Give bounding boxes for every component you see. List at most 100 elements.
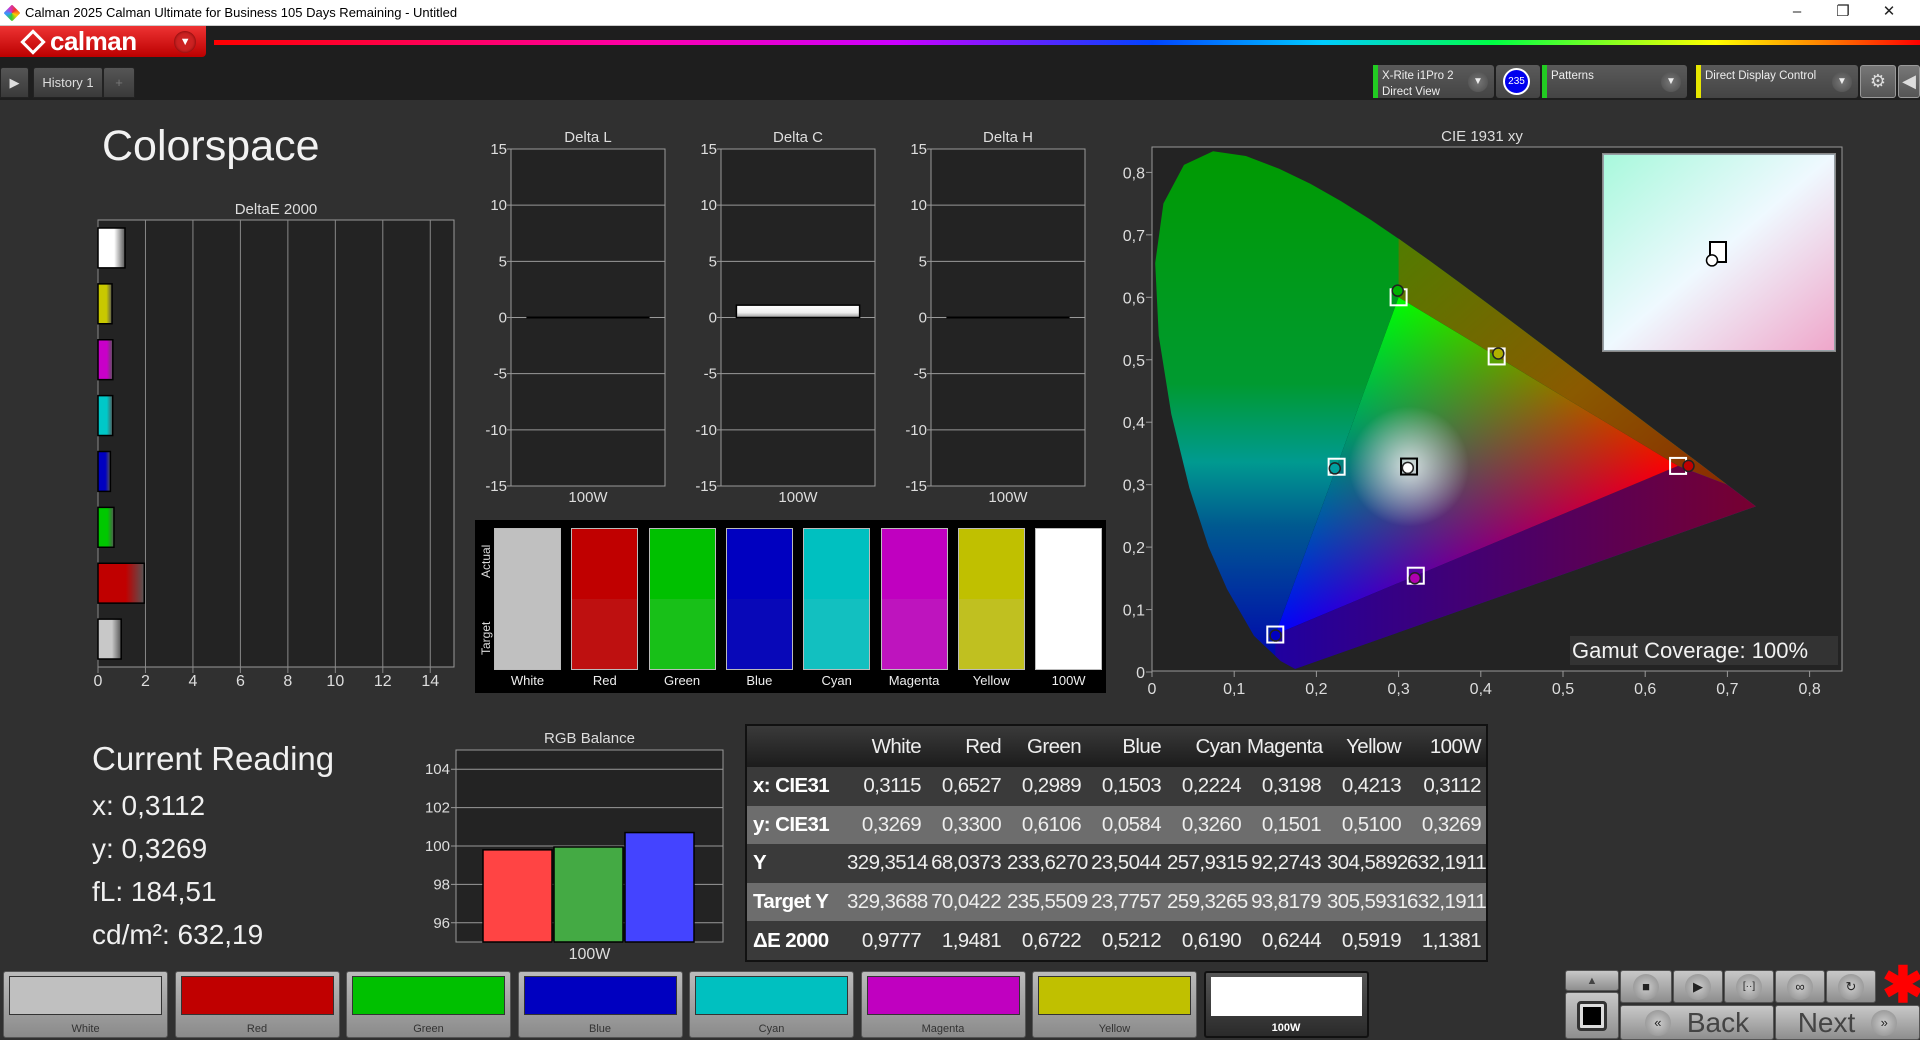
scroll-up-button[interactable]: ▲ [1565, 970, 1619, 991]
reading-fl: fL: 184,51 [92, 876, 217, 907]
table-cell: 305,5931 [1327, 890, 1408, 914]
measurement-table: White Red Green Blue Cyan Magenta Yellow 100W x:… [745, 724, 1488, 962]
rgb-tick-label: 96 [433, 915, 450, 932]
patch-button-blue[interactable]: Blue [517, 971, 683, 1038]
swatch-blue [725, 528, 793, 670]
stop-measure-button[interactable] [1565, 992, 1619, 1039]
double-chevron-right-icon: » [1871, 1009, 1898, 1036]
back-button[interactable]: « Back [1620, 1005, 1774, 1040]
measure-range-button[interactable]: [··] [1724, 970, 1774, 1003]
deltae-bar-green [97, 506, 115, 548]
patch-button-yellow[interactable]: Yellow [1032, 971, 1197, 1038]
cie-measured-cyan [1328, 462, 1342, 475]
cie-x-tick-label: 0,5 [1552, 681, 1574, 698]
table-cell: 235,5509 [1007, 890, 1088, 914]
swatch-label: Yellow [972, 673, 1010, 688]
rgb-tick-label: 100 [425, 838, 450, 855]
column-header: 100W [1429, 734, 1482, 758]
rgb-bar-red [482, 849, 553, 943]
patch-button-magenta[interactable]: Magenta [860, 971, 1026, 1038]
row-label: x: CIE31 [753, 774, 830, 798]
actual-label: Actual [479, 544, 493, 578]
swatch-actual [1036, 529, 1102, 599]
rgb-tick-label: 98 [433, 876, 450, 893]
deltae-tick-label: 12 [374, 673, 392, 690]
patch-color [352, 976, 505, 1015]
table-cell: 257,9315 [1167, 851, 1248, 875]
patch-color [9, 976, 162, 1015]
swatch-actual [958, 529, 1024, 599]
deltah-category-label: 100W [988, 489, 1028, 506]
patch-label: White [71, 1023, 100, 1035]
patch-label: Yellow [1098, 1023, 1131, 1035]
cie-x-tick-label: 0,3 [1387, 681, 1409, 698]
table-cell: 0,2224 [1181, 774, 1242, 798]
patch-button-red[interactable]: Red [174, 971, 340, 1038]
deltal-tick-label: 0 [499, 310, 507, 327]
patch-button-green[interactable]: Green [346, 971, 511, 1038]
table-row: x: CIE31 0,3115 0,6527 0,2989 0,1503 0,2224 0,… [747, 767, 1486, 806]
rgb-category-label: 100W [569, 946, 612, 963]
cie-y-tick-label: 0 [1136, 665, 1145, 682]
swatch-actual [804, 529, 870, 599]
swatch-label: Red [592, 673, 617, 688]
rgb-tick-label: 102 [425, 800, 450, 817]
rgb-title: RGB Balance [544, 730, 635, 747]
asterisk-icon: ✱ [1882, 957, 1920, 1013]
cie-y-tick-label: 0,4 [1123, 415, 1145, 432]
deltac-category-label: 100W [778, 489, 818, 506]
cie-x-tick-label: 0,4 [1470, 681, 1492, 698]
swatch-label: Cyan [821, 673, 852, 688]
table-header-row: White Red Green Blue Cyan Magenta Yellow 100W [747, 726, 1486, 767]
table-cell: 23,5044 [1091, 851, 1162, 875]
deltae-bar-blue [97, 450, 112, 493]
swatch-target [958, 599, 1024, 669]
column-header: Yellow [1346, 734, 1402, 758]
table-cell: 0,1503 [1101, 774, 1162, 798]
table-cell: 0,1501 [1261, 812, 1322, 836]
play-button[interactable]: ▶ [1673, 970, 1723, 1003]
deltah-tick-label: -5 [914, 366, 927, 383]
swatch-green [648, 528, 716, 670]
swatch-red [571, 528, 639, 670]
triangle-up-icon: ▲ [1586, 974, 1598, 987]
column-header: Red [965, 734, 1001, 758]
deltal-category-label: 100W [568, 489, 608, 506]
table-cell: 329,3514 [847, 851, 928, 875]
patch-button-white[interactable]: White [3, 971, 168, 1038]
back-label: Back [1686, 1006, 1750, 1038]
double-chevron-left-icon: « [1644, 1009, 1671, 1036]
next-button[interactable]: Next » [1775, 1005, 1920, 1040]
continuous-button[interactable]: ∞ [1775, 970, 1825, 1003]
table-row: ΔE 2000 0,9777 1,9481 0,6722 0,5212 0,6190 0,6… [747, 921, 1486, 960]
swatch-label: Magenta [888, 673, 940, 688]
cie-measured-white [1401, 461, 1415, 475]
deltal-tick-label: 15 [490, 141, 507, 158]
table-row: Y 329,3514 68,0373 233,6270 23,5044 257,9315 9… [747, 844, 1487, 883]
deltae-bar-magenta [97, 339, 114, 381]
reading-x: x: 0,3112 [92, 790, 206, 821]
deltal-tick-label: -5 [494, 366, 507, 383]
cie-y-tick-label: 0,7 [1123, 228, 1145, 245]
refresh-button[interactable]: ↻ [1826, 970, 1876, 1003]
patch-color [866, 976, 1020, 1015]
deltah-tick-label: 5 [919, 253, 927, 270]
patch-label: Red [246, 1023, 268, 1035]
deltac-tick-label: -15 [695, 478, 717, 495]
cie-y-tick-label: 0,6 [1123, 290, 1145, 307]
patch-button-100w[interactable]: 100W [1203, 971, 1369, 1038]
play-icon: ▶ [1685, 973, 1711, 1000]
cie-x-tick-label: 0,1 [1223, 681, 1245, 698]
table-cell: 0,3112 [1423, 774, 1481, 798]
patch-button-cyan[interactable]: Cyan [689, 971, 854, 1038]
bracket-icon: [··] [1736, 973, 1762, 1000]
swatch-actual [495, 529, 560, 599]
gamut-coverage: Gamut Coverage: 100% [1570, 636, 1838, 665]
deltah-title: Delta H [983, 129, 1033, 146]
table-cell: 0,6106 [1021, 812, 1082, 836]
cie-y-tick-label: 0,5 [1123, 353, 1145, 370]
swatch-target [881, 599, 947, 669]
stop-button[interactable]: ■ [1620, 970, 1672, 1003]
cie-x-tick-label: 0,2 [1305, 681, 1327, 698]
table-cell: 0,2989 [1021, 774, 1082, 798]
